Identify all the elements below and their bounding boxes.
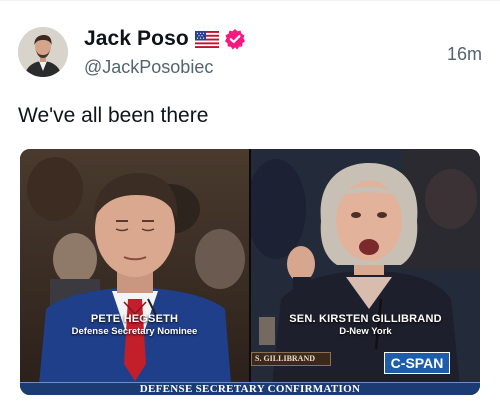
nominee-caption: PETE HEGSETH Defense Secretary Nominee xyxy=(20,313,249,337)
senator-nameplate: S. GILLIBRAND xyxy=(251,352,331,366)
author-avatar[interactable] xyxy=(18,27,68,77)
right-video-panel: SEN. KIRSTEN GILLIBRAND D-New York S. GI… xyxy=(251,149,480,395)
broadcast-banner: DEFENSE SECRETARY CONFIRMATION xyxy=(20,382,480,395)
senator-caption: SEN. KIRSTEN GILLIBRAND D-New York xyxy=(251,313,480,337)
left-video-panel: PETE HEGSETH Defense Secretary Nominee xyxy=(20,149,249,395)
post-media-image[interactable]: PETE HEGSETH Defense Secretary Nominee S… xyxy=(20,149,480,395)
post-header: Jack Poso @JackPosobiec 16m xyxy=(18,24,482,80)
senator-name: SEN. KIRSTEN GILLIBRAND xyxy=(289,313,442,325)
post-timestamp[interactable]: 16m xyxy=(447,44,482,65)
nominee-illustration xyxy=(20,149,249,395)
nominee-title: Defense Secretary Nominee xyxy=(71,326,198,337)
top-divider xyxy=(0,0,500,1)
author-handle[interactable]: @JackPosobiec xyxy=(84,57,213,78)
cspan-logo: C-SPAN xyxy=(384,352,450,374)
post-text: We've all been there xyxy=(18,104,209,127)
verified-badge-icon[interactable] xyxy=(224,28,246,50)
us-flag-icon xyxy=(194,30,220,48)
senator-state: D-New York xyxy=(339,326,392,337)
nominee-name: PETE HEGSETH xyxy=(90,313,179,325)
author-name-row: Jack Poso xyxy=(84,26,246,52)
author-display-name[interactable]: Jack Poso xyxy=(84,27,189,51)
